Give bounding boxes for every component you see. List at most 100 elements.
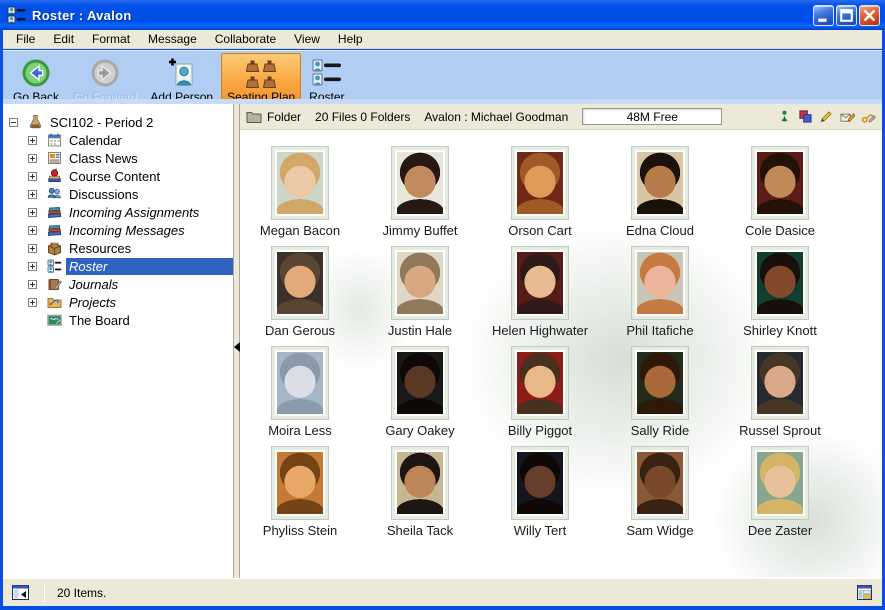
student-card[interactable]: Justin Hale xyxy=(360,246,480,346)
student-card[interactable]: Sally Ride xyxy=(600,346,720,446)
add-person-button[interactable]: Add Person xyxy=(144,53,219,107)
student-card[interactable]: Dan Gerous xyxy=(240,246,360,346)
student-card[interactable]: Phil Itafiche xyxy=(600,246,720,346)
student-card[interactable]: Cole Dasice xyxy=(720,146,840,246)
expand-expander[interactable] xyxy=(28,172,37,181)
sidebar-tree: SCI102 - Period 2 Calendar xyxy=(3,104,233,578)
tree-item-the-board[interactable]: The Board xyxy=(3,311,233,329)
expand-expander[interactable] xyxy=(28,298,37,307)
board-icon xyxy=(46,312,63,328)
student-card[interactable]: Russel Sprout xyxy=(720,346,840,446)
person-icon[interactable] xyxy=(777,109,792,124)
expand-expander[interactable] xyxy=(28,190,37,199)
tree-item-discussions[interactable]: Discussions xyxy=(3,185,233,203)
student-card[interactable]: Helen Highwater xyxy=(480,246,600,346)
menu-format[interactable]: Format xyxy=(83,30,139,48)
close-button[interactable] xyxy=(859,5,880,26)
layout-view-icon[interactable] xyxy=(855,583,874,602)
flask-icon xyxy=(27,114,44,130)
photo-frame xyxy=(271,146,329,220)
student-card[interactable]: Edna Cloud xyxy=(600,146,720,246)
tree-item-resources[interactable]: Resources xyxy=(3,239,233,257)
layers-icon[interactable] xyxy=(798,109,813,124)
student-photo xyxy=(637,452,683,514)
collapse-expander[interactable] xyxy=(9,118,18,127)
compose-icon[interactable] xyxy=(840,109,855,124)
photo-frame xyxy=(631,246,689,320)
sidebar-splitter[interactable] xyxy=(233,104,240,578)
student-photo xyxy=(277,252,323,314)
photo-frame xyxy=(631,346,689,420)
student-photo xyxy=(757,152,803,214)
projects-icon xyxy=(46,294,63,310)
tree-item-projects[interactable]: Projects xyxy=(3,293,233,311)
student-card[interactable]: Dee Zaster xyxy=(720,446,840,546)
student-name: Helen Highwater xyxy=(492,323,588,338)
sign-key-icon[interactable] xyxy=(861,109,876,124)
student-card[interactable]: Sam Widge xyxy=(600,446,720,546)
go-forward-label: Go Forward xyxy=(73,90,136,104)
expand-expander[interactable] xyxy=(28,208,37,217)
roster-list-icon xyxy=(46,258,63,274)
student-name: Phil Itafiche xyxy=(626,323,693,338)
menu-message[interactable]: Message xyxy=(139,30,206,48)
maximize-button[interactable] xyxy=(836,5,857,26)
photo-frame xyxy=(391,146,449,220)
menu-file[interactable]: File xyxy=(7,30,44,48)
go-back-icon xyxy=(20,57,52,89)
student-card[interactable]: Shirley Knott xyxy=(720,246,840,346)
seating-plan-view: Megan Bacon Jimmy Buffet Orson Cart Edna… xyxy=(240,130,882,577)
student-photo xyxy=(637,252,683,314)
student-card[interactable]: Moira Less xyxy=(240,346,360,446)
tree-item-label: Resources xyxy=(66,240,134,257)
student-card[interactable]: Megan Bacon xyxy=(240,146,360,246)
app-window: Roster : Avalon File Edit Format Message… xyxy=(0,0,885,610)
photo-frame xyxy=(391,346,449,420)
content-panel: Folder 20 Files 0 Folders Avalon : Micha… xyxy=(240,104,882,578)
student-card[interactable]: Billy Piggot xyxy=(480,346,600,446)
go-back-button[interactable]: Go Back xyxy=(7,53,65,107)
roster-button[interactable]: Roster xyxy=(303,53,350,107)
expand-expander[interactable] xyxy=(28,280,37,289)
menu-help[interactable]: Help xyxy=(329,30,372,48)
tree-item-journals[interactable]: Journals xyxy=(3,275,233,293)
menu-edit[interactable]: Edit xyxy=(44,30,83,48)
expand-expander[interactable] xyxy=(28,262,37,271)
tree-root-course[interactable]: SCI102 - Period 2 xyxy=(3,113,233,131)
tree-item-incoming-messages[interactable]: Incoming Messages xyxy=(3,221,233,239)
student-grid: Megan Bacon Jimmy Buffet Orson Cart Edna… xyxy=(240,130,882,546)
student-card[interactable]: Phyliss Stein xyxy=(240,446,360,546)
go-forward-button[interactable]: Go Forward xyxy=(67,53,142,107)
tree-item-class-news[interactable]: Class News xyxy=(3,149,233,167)
photo-frame xyxy=(751,146,809,220)
seating-plan-button[interactable]: Seating Plan xyxy=(221,53,301,107)
tree-item-course-content[interactable]: Course Content xyxy=(3,167,233,185)
tree-item-incoming-assignments[interactable]: Incoming Assignments xyxy=(3,203,233,221)
folder-label: Folder xyxy=(267,110,301,124)
photo-frame xyxy=(511,246,569,320)
title-bar[interactable]: Roster : Avalon xyxy=(0,0,885,30)
tree-item-label: Incoming Assignments xyxy=(66,204,202,221)
photo-frame xyxy=(271,446,329,520)
menu-view[interactable]: View xyxy=(285,30,329,48)
expand-expander[interactable] xyxy=(28,244,37,253)
expand-expander[interactable] xyxy=(28,154,37,163)
toggle-sidebar-icon[interactable] xyxy=(11,583,30,602)
student-card[interactable]: Gary Oakey xyxy=(360,346,480,446)
student-name: Edna Cloud xyxy=(626,223,694,238)
calendar-icon xyxy=(46,132,63,148)
photo-frame xyxy=(631,146,689,220)
minimize-button[interactable] xyxy=(813,5,834,26)
expand-expander[interactable] xyxy=(28,136,37,145)
student-card[interactable]: Orson Cart xyxy=(480,146,600,246)
photo-frame xyxy=(751,446,809,520)
student-card[interactable]: Willy Tert xyxy=(480,446,600,546)
student-card[interactable]: Sheila Tack xyxy=(360,446,480,546)
photo-frame xyxy=(511,446,569,520)
menu-collaborate[interactable]: Collaborate xyxy=(206,30,285,48)
student-card[interactable]: Jimmy Buffet xyxy=(360,146,480,246)
pencil-icon[interactable] xyxy=(819,109,834,124)
expand-expander[interactable] xyxy=(28,226,37,235)
tree-item-roster[interactable]: Roster xyxy=(3,257,233,275)
tree-item-calendar[interactable]: Calendar xyxy=(3,131,233,149)
